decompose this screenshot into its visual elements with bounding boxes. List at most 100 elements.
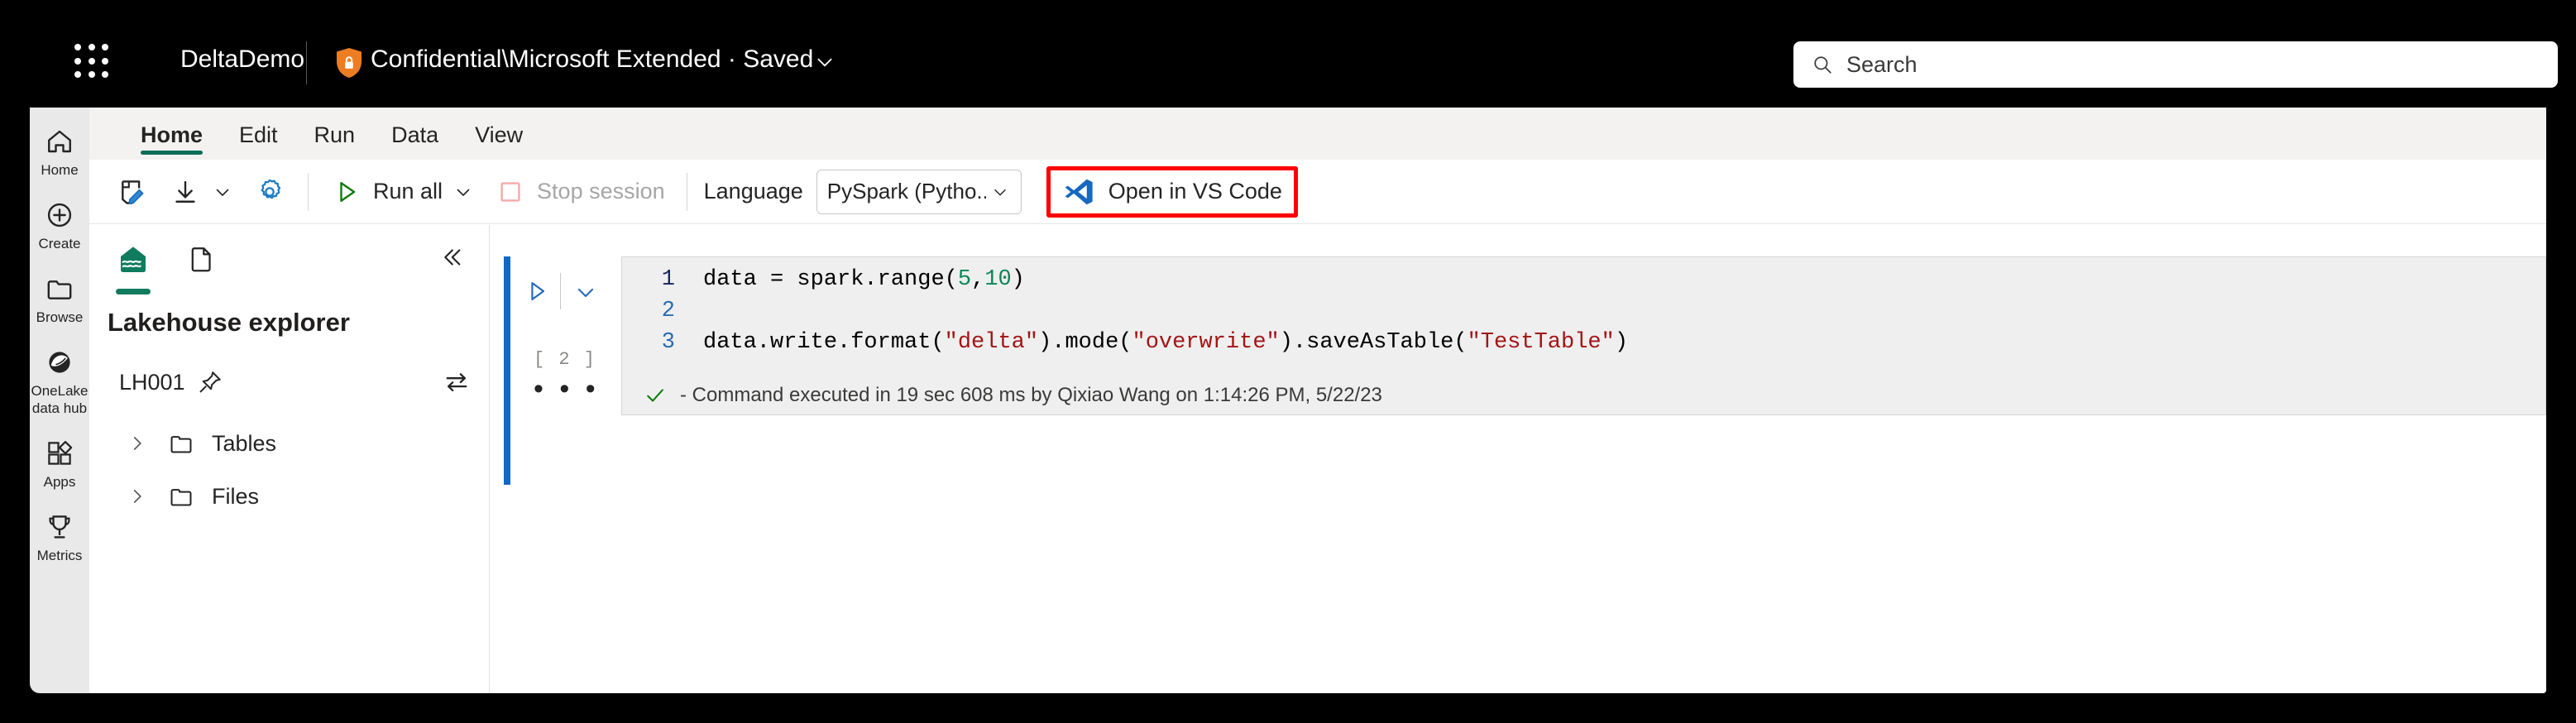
code-token-string: "delta": [944, 330, 1039, 355]
tab-edit[interactable]: Edit: [239, 122, 278, 160]
language-dropdown[interactable]: PySpark (Pytho...: [816, 169, 1022, 214]
pin-icon[interactable]: [197, 369, 223, 395]
vscode-logo-icon: [1062, 175, 1095, 208]
notebook-tab[interactable]: [175, 238, 227, 285]
collapse-panel-button[interactable]: [438, 245, 466, 273]
code-text: data = spark.range(5,10): [703, 267, 1025, 292]
sidebar-item-label: Apps: [43, 474, 76, 490]
run-all-button[interactable]: Run all: [320, 168, 484, 216]
tree-item-tables[interactable]: Tables: [108, 417, 481, 470]
tab-data[interactable]: Data: [391, 122, 438, 160]
folder-icon: [167, 482, 195, 510]
tab-view[interactable]: View: [475, 122, 523, 160]
notebook-page-icon: [186, 245, 216, 279]
active-cell-indicator: [504, 256, 510, 485]
chevron-right-icon[interactable]: [126, 485, 149, 508]
code-token: ): [1614, 330, 1629, 355]
chevron-down-icon[interactable]: [212, 181, 233, 203]
folder-icon: [167, 429, 195, 457]
run-all-label: Run all: [373, 179, 443, 203]
language-label: Language: [703, 179, 803, 203]
ellipsis-icon[interactable]: • • •: [534, 375, 600, 403]
double-chevron-left-icon: [438, 244, 465, 275]
sidebar-item-browse[interactable]: Browse: [30, 266, 89, 334]
lakehouse-panel-tabs: [108, 238, 243, 294]
open-in-vs-code-label: Open in VS Code: [1108, 179, 1282, 203]
code-line: 2: [622, 299, 2545, 330]
code-editor[interactable]: 1 data = spark.range(5,10) 2 3 data.writ…: [621, 256, 2546, 376]
sidebar-item-home[interactable]: Home: [30, 119, 89, 187]
code-line: 1 data = spark.range(5,10): [622, 267, 2545, 299]
chevron-right-icon[interactable]: [126, 432, 149, 455]
line-number: 3: [661, 330, 675, 355]
tab-run[interactable]: Run: [314, 122, 356, 160]
sidebar-item-label: Create: [38, 236, 81, 251]
left-nav-rail: Home Create Browse OneLake data hub Apps…: [30, 108, 89, 693]
sidebar-item-label: Browse: [36, 309, 84, 325]
chevron-down-icon[interactable]: [814, 51, 836, 73]
code-token: ).mode(: [1038, 330, 1132, 355]
swap-arrows-icon[interactable]: [443, 368, 471, 396]
code-token: ,: [971, 267, 985, 292]
save-edit-button[interactable]: [106, 168, 159, 216]
code-token: ): [1011, 267, 1025, 292]
search-icon: [1812, 54, 1833, 75]
tree-item-label: Tables: [212, 430, 277, 456]
search-input[interactable]: Search: [1793, 41, 2558, 88]
settings-button[interactable]: [243, 168, 296, 216]
run-cell-button[interactable]: [522, 276, 552, 306]
lakehouse-name[interactable]: LH001: [119, 370, 185, 395]
sidebar-item-apps[interactable]: Apps: [30, 431, 89, 499]
gear-icon: [253, 175, 286, 208]
page-title: Lakehouse explorer: [108, 308, 350, 337]
code-token: ).saveAsTable(: [1279, 330, 1468, 355]
notebook-cell: [ 2 ] • • • 1 data = spark.range(5,10) 2…: [491, 256, 2546, 485]
cell-status-bar: - Command executed in 19 sec 608 ms by Q…: [621, 376, 2546, 415]
execution-count: [ 2 ]: [534, 349, 597, 370]
sensitivity-shield-lock-icon: [334, 46, 364, 79]
sensitivity-label[interactable]: Confidential\Microsoft Extended · Saved: [371, 45, 813, 74]
cell-status-text: - Command executed in 19 sec 608 ms by Q…: [680, 383, 1382, 406]
chevron-down-icon[interactable]: [989, 181, 1011, 203]
cell-gutter-divider: [560, 273, 561, 309]
sidebar-item-label-line2: data hub: [31, 400, 88, 416]
search-placeholder: Search: [1846, 51, 1918, 77]
code-token: data = spark.range(: [703, 267, 958, 292]
save-edit-pencil-icon: [116, 175, 149, 208]
lakehouse-tree: Tables Files: [108, 417, 481, 523]
sidebar-item-metrics[interactable]: Metrics: [30, 505, 89, 572]
ribbon-tab-strip: Home Edit Run Data View: [89, 108, 2546, 160]
lakehouse-workspace-row: LH001: [119, 364, 471, 400]
code-token-number: 5: [957, 267, 972, 292]
main-canvas: Home Edit Run Data View Run all Stop ses…: [89, 108, 2546, 693]
download-button[interactable]: [159, 168, 243, 216]
top-header-bar: DeltaDemo Confidential\Microsoft Extende…: [30, 0, 2558, 108]
lakehouse-tab[interactable]: [108, 238, 159, 294]
sidebar-item-label: Metrics: [36, 548, 83, 563]
play-triangle-icon: [330, 175, 363, 208]
code-token-number: 10: [984, 267, 1012, 292]
lakehouse-icon: [117, 243, 150, 280]
code-token: data.write.format(: [703, 330, 945, 355]
sidebar-item-label: OneLake data hub: [31, 382, 89, 417]
home-icon: [42, 124, 77, 159]
code-line: 3 data.write.format("delta").mode("overw…: [622, 330, 2545, 362]
stop-square-icon: [494, 175, 527, 208]
line-number: 1: [661, 267, 675, 292]
chevron-down-icon[interactable]: [452, 181, 474, 203]
apps-grid-icon: [42, 436, 77, 471]
stop-session-label: Stop session: [537, 179, 665, 203]
language-value: PySpark (Pytho...: [826, 179, 986, 203]
tree-item-files[interactable]: Files: [108, 470, 481, 523]
app-title[interactable]: DeltaDemo: [180, 45, 304, 74]
tab-home[interactable]: Home: [141, 122, 203, 160]
app-launcher-icon[interactable]: [74, 44, 111, 80]
plus-circle-icon: [42, 198, 77, 232]
open-in-vs-code-button[interactable]: Open in VS Code: [1046, 165, 1298, 218]
sidebar-item-create[interactable]: Create: [30, 193, 89, 261]
ribbon-toolbar: Run all Stop session Language PySpark (P…: [89, 160, 2546, 224]
notebook-area: [ 2 ] • • • 1 data = spark.range(5,10) 2…: [491, 225, 2546, 693]
sidebar-item-onelake-data-hub[interactable]: OneLake data hub: [30, 340, 89, 425]
cell-menu-chevron-icon[interactable]: [572, 278, 600, 306]
app-window: DeltaDemo Confidential\Microsoft Extende…: [0, 0, 2576, 723]
